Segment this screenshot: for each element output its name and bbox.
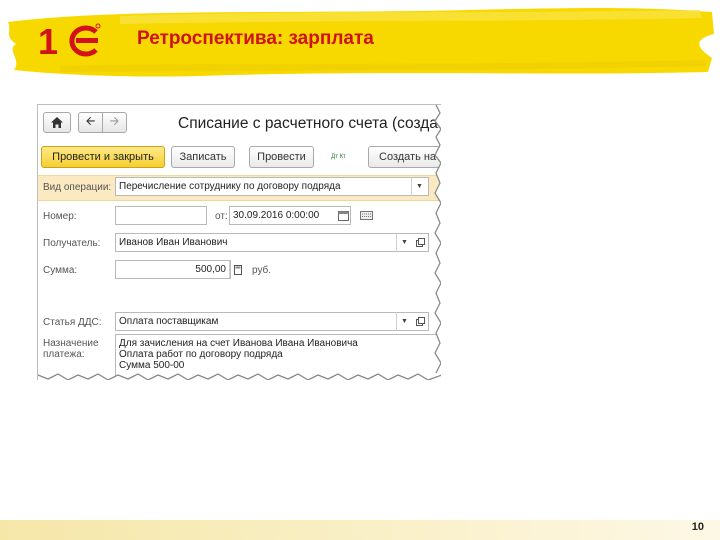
svg-text:1: 1 [38, 21, 58, 60]
torn-edge [38, 105, 441, 380]
footer-strip [0, 520, 720, 540]
form-screenshot: 🡨 🡪 Списание с расчетного счета (создани… [37, 104, 441, 380]
page-number: 10 [691, 521, 704, 533]
1c-logo: 1 [38, 21, 101, 60]
slide-title: Ретроспектива: зарплата [137, 28, 374, 49]
